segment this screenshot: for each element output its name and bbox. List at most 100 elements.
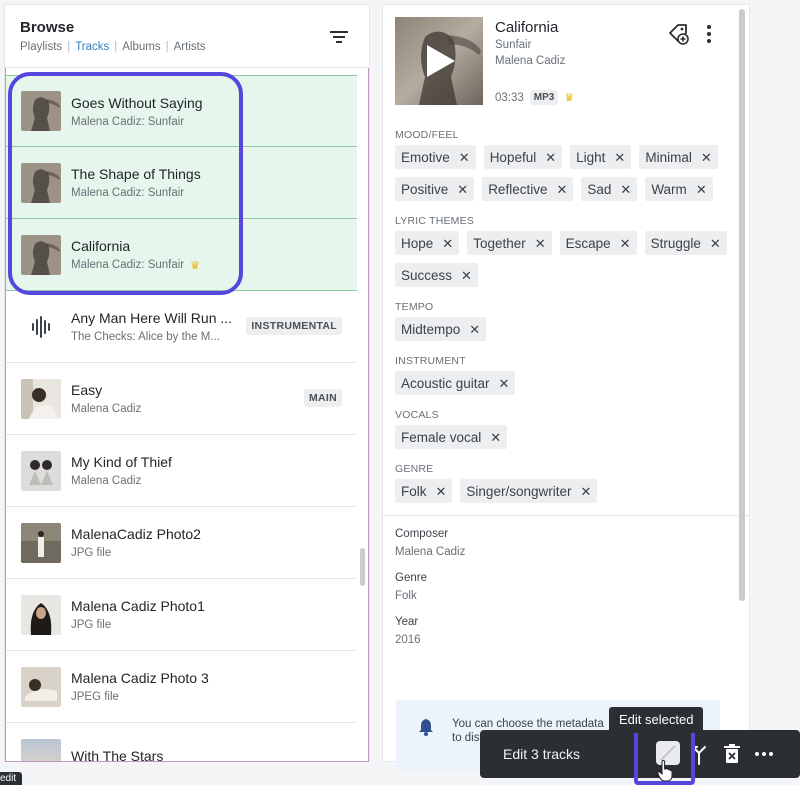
tag-chip[interactable]: Midtempo ✕ — [395, 317, 487, 341]
tag-chip[interactable]: Reflective ✕ — [482, 177, 574, 201]
track-subtitle-text: JPEG file — [71, 691, 119, 703]
tag-group-label: GENRE — [395, 463, 434, 475]
track-subtitle: Malena Cadiz: Sunfair ♛ — [71, 259, 200, 272]
remove-tag-icon[interactable]: ✕ — [556, 183, 567, 196]
track-row[interactable]: MalenaCadiz Photo2 JPG file — [6, 507, 357, 579]
tag-chip[interactable]: Acoustic guitar ✕ — [395, 371, 516, 395]
tag-group-label: LYRIC THEMES — [395, 215, 475, 227]
remove-tag-icon[interactable]: ✕ — [620, 183, 631, 196]
album-cover[interactable] — [395, 17, 483, 105]
crown-icon: ♛ — [190, 259, 201, 272]
tab-albums[interactable]: Albums — [122, 41, 160, 53]
more-horizontal-icon[interactable] — [753, 743, 775, 765]
track-subtitle-text: Malena Cadiz — [71, 475, 142, 487]
track-list-scrollbar[interactable] — [360, 548, 365, 586]
track-type-badge: MAIN — [303, 389, 342, 407]
remove-tag-icon[interactable]: ✕ — [461, 269, 472, 282]
track-row[interactable]: Any Man Here Will Run ... The Checks: Ali… — [6, 291, 357, 363]
delete-icon[interactable] — [721, 743, 743, 765]
track-thumbnail — [21, 594, 61, 635]
detail-artist: Malena Cadiz — [495, 55, 566, 67]
remove-tag-icon[interactable]: ✕ — [701, 151, 712, 164]
tag-chip[interactable]: Light ✕ — [570, 145, 632, 169]
tag-group-label: MOOD/FEEL — [395, 129, 459, 141]
tag-chip[interactable]: Hope ✕ — [395, 231, 460, 255]
tab-playlists[interactable]: Playlists — [20, 41, 62, 53]
tab-artists[interactable]: Artists — [174, 41, 206, 53]
merge-icon[interactable] — [688, 743, 710, 765]
tag-chip-label: Positive — [401, 181, 449, 197]
remove-tag-icon[interactable]: ✕ — [710, 237, 721, 250]
tag-chip[interactable]: Struggle ✕ — [644, 231, 727, 255]
remove-tag-icon[interactable]: ✕ — [442, 237, 453, 250]
tag-chip-label: Emotive — [401, 149, 450, 165]
track-thumbnail — [21, 738, 61, 761]
format-badge: MP3 — [529, 90, 559, 105]
tab-separator: | — [165, 41, 169, 53]
filter-icon[interactable] — [329, 29, 349, 45]
detail-scrollbar[interactable] — [739, 5, 745, 761]
tag-chip[interactable]: Success ✕ — [395, 263, 478, 287]
tag-group-label: TEMPO — [395, 301, 434, 313]
track-thumbnail — [21, 91, 61, 131]
track-row[interactable]: Malena Cadiz Photo1 JPG file — [6, 579, 357, 651]
tab-tracks[interactable]: Tracks — [75, 41, 109, 53]
track-text: Easy Malena Cadiz — [71, 382, 141, 415]
tag-chip-row: Emotive ✕ Hopeful ✕ Light ✕ Minimal ✕ Positive ✕ R… — [395, 145, 737, 209]
track-subtitle: JPG file — [71, 547, 201, 559]
remove-tag-icon[interactable]: ✕ — [436, 485, 447, 498]
tag-chip-label: Warm — [651, 181, 687, 197]
track-subtitle: JPEG file — [71, 691, 209, 703]
browse-tabs: Playlists | Tracks | Albums | Artists — [20, 41, 369, 53]
tag-chip[interactable]: Warm ✕ — [645, 177, 713, 201]
tag-chip-row: Midtempo ✕ — [395, 317, 737, 349]
tag-chip[interactable]: Hopeful ✕ — [483, 145, 563, 169]
tag-chip[interactable]: Emotive ✕ — [395, 145, 476, 169]
track-row[interactable]: My Kind of Thief Malena Cadiz — [6, 435, 357, 507]
play-icon[interactable] — [425, 43, 457, 84]
tag-chip[interactable]: Together ✕ — [467, 231, 552, 255]
remove-tag-icon[interactable]: ✕ — [545, 151, 556, 164]
tag-chip[interactable]: Escape ✕ — [559, 231, 637, 255]
track-row[interactable]: Easy Malena Cadiz MAIN — [6, 363, 357, 435]
track-list: Goes Without Saying Malena Cadiz: Sunfair… — [5, 68, 369, 762]
tag-chip[interactable]: Folk ✕ — [395, 479, 453, 503]
more-vertical-icon[interactable] — [699, 23, 719, 45]
remove-tag-icon[interactable]: ✕ — [499, 377, 510, 390]
remove-tag-icon[interactable]: ✕ — [580, 485, 591, 498]
track-title: Malena Cadiz Photo1 — [71, 598, 205, 614]
remove-tag-icon[interactable]: ✕ — [696, 183, 707, 196]
tag-chip[interactable]: Positive ✕ — [395, 177, 475, 201]
tab-separator: | — [67, 41, 71, 53]
detail-meta: 03:33 MP3 ♛ — [495, 90, 574, 105]
track-thumbnail — [21, 666, 61, 707]
remove-tag-icon[interactable]: ✕ — [620, 237, 631, 250]
track-row[interactable]: With The Stars — [6, 723, 357, 761]
track-title: My Kind of Thief — [71, 454, 172, 470]
tag-chip[interactable]: Singer/songwriter ✕ — [460, 479, 598, 503]
track-thumbnail — [21, 378, 61, 419]
add-tag-icon[interactable] — [667, 23, 689, 45]
remove-tag-icon[interactable]: ✕ — [614, 151, 625, 164]
tag-chip[interactable]: Sad ✕ — [581, 177, 638, 201]
track-row[interactable]: California Malena Cadiz: Sunfair ♛ — [6, 219, 357, 291]
meta-value: Folk — [395, 590, 417, 602]
track-thumbnail — [21, 162, 61, 203]
track-row[interactable]: Malena Cadiz Photo 3 JPEG file — [6, 651, 357, 723]
tag-chip-label: Reflective — [488, 181, 548, 197]
remove-tag-icon[interactable]: ✕ — [459, 151, 470, 164]
track-subtitle: Malena Cadiz: Sunfair — [71, 187, 201, 199]
tag-chip[interactable]: Female vocal ✕ — [395, 425, 508, 449]
remove-tag-icon[interactable]: ✕ — [457, 183, 468, 196]
track-thumbnail — [21, 450, 61, 491]
track-row[interactable]: The Shape of Things Malena Cadiz: Sunfair — [6, 147, 357, 219]
track-subtitle-text: Malena Cadiz — [71, 403, 142, 415]
remove-tag-icon[interactable]: ✕ — [469, 323, 480, 336]
remove-tag-icon[interactable]: ✕ — [490, 431, 501, 444]
tag-chip-row: Acoustic guitar ✕ — [395, 371, 737, 403]
remove-tag-icon[interactable]: ✕ — [535, 237, 546, 250]
tag-chip-label: Midtempo — [401, 321, 461, 337]
tag-chip[interactable]: Minimal ✕ — [639, 145, 718, 169]
track-subtitle: Malena Cadiz — [71, 475, 172, 487]
track-row[interactable]: Goes Without Saying Malena Cadiz: Sunfair — [6, 75, 357, 147]
